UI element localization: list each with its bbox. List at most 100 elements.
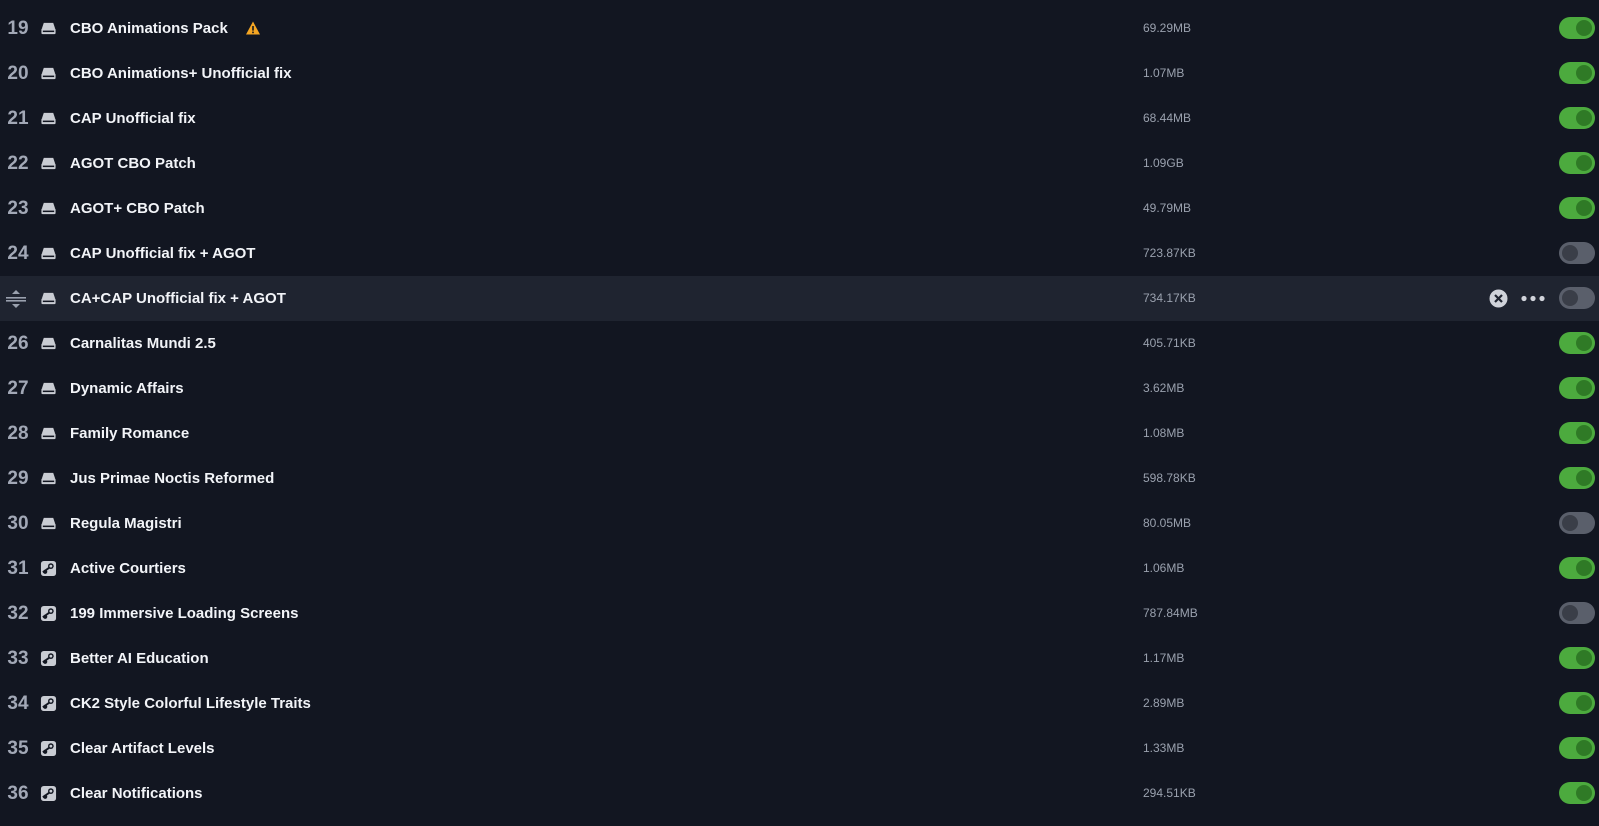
enable-toggle[interactable] xyxy=(1559,107,1595,129)
enable-toggle[interactable] xyxy=(1559,377,1595,399)
mod-size: 723.87KB xyxy=(1143,246,1196,260)
mod-size: 1.17MB xyxy=(1143,651,1185,665)
mod-size: 787.84MB xyxy=(1143,606,1198,620)
local-drive-icon xyxy=(40,110,57,127)
mod-row[interactable]: 19 CBO Animations Pack 69.29MB xyxy=(0,6,1599,51)
steam-icon xyxy=(40,605,57,622)
remove-mod-icon[interactable] xyxy=(1489,289,1508,308)
mod-name: Better AI Education xyxy=(70,650,209,667)
mod-name: CAP Unofficial fix + AGOT xyxy=(70,245,256,262)
mod-row[interactable]: 33 Better AI Education 1.17MB xyxy=(0,636,1599,681)
enable-toggle[interactable] xyxy=(1559,782,1595,804)
toggle-knob xyxy=(1576,695,1592,711)
mod-row[interactable]: 34 CK2 Style Colorful Lifestyle Traits 2.8… xyxy=(0,681,1599,726)
mod-row[interactable]: 26 Carnalitas Mundi 2.5 405.71KB xyxy=(0,321,1599,366)
mod-list: 19 CBO Animations Pack 69.29MB 20 CBO Animat… xyxy=(0,6,1599,816)
mod-row[interactable]: 36 Clear Notifications 294.51KB xyxy=(0,771,1599,816)
enable-toggle[interactable] xyxy=(1559,422,1595,444)
steam-icon xyxy=(40,785,57,802)
toggle-knob xyxy=(1576,560,1592,576)
enable-toggle[interactable] xyxy=(1559,242,1595,264)
toggle-knob xyxy=(1576,200,1592,216)
mod-name: Active Courtiers xyxy=(70,560,186,577)
local-drive-icon xyxy=(40,335,57,352)
load-order-index: 24 xyxy=(7,243,29,264)
load-order-index: 31 xyxy=(7,558,29,579)
mod-name: Carnalitas Mundi 2.5 xyxy=(70,335,216,352)
toggle-knob xyxy=(1562,515,1578,531)
toggle-knob xyxy=(1576,65,1592,81)
mod-name: CBO Animations+ Unofficial fix xyxy=(70,65,292,82)
mod-row[interactable]: 29 Jus Primae Noctis Reformed 598.78KB xyxy=(0,456,1599,501)
local-drive-icon xyxy=(40,20,57,37)
enable-toggle[interactable] xyxy=(1559,692,1595,714)
mod-row[interactable]: CA+CAP Unofficial fix + AGOT 734.17KB xyxy=(0,276,1599,321)
mod-row[interactable]: 27 Dynamic Affairs 3.62MB xyxy=(0,366,1599,411)
enable-toggle[interactable] xyxy=(1559,737,1595,759)
enable-toggle[interactable] xyxy=(1559,332,1595,354)
mod-name: AGOT CBO Patch xyxy=(70,155,196,172)
local-drive-icon xyxy=(40,290,57,307)
local-drive-icon xyxy=(40,245,57,262)
mod-name: CA+CAP Unofficial fix + AGOT xyxy=(70,290,286,307)
local-drive-icon xyxy=(40,425,57,442)
enable-toggle[interactable] xyxy=(1559,647,1595,669)
local-drive-icon xyxy=(40,470,57,487)
steam-icon xyxy=(40,560,57,577)
mod-name: CBO Animations Pack xyxy=(70,20,228,37)
mod-size: 405.71KB xyxy=(1143,336,1196,350)
enable-toggle[interactable] xyxy=(1559,152,1595,174)
mod-size: 1.06MB xyxy=(1143,561,1185,575)
toggle-knob xyxy=(1576,650,1592,666)
mod-name: Clear Notifications xyxy=(70,785,203,802)
load-order-index: 36 xyxy=(7,783,29,804)
load-order-index: 26 xyxy=(7,333,29,354)
enable-toggle[interactable] xyxy=(1559,557,1595,579)
enable-toggle[interactable] xyxy=(1559,602,1595,624)
mod-row[interactable]: 35 Clear Artifact Levels 1.33MB xyxy=(0,726,1599,771)
steam-icon xyxy=(40,695,57,712)
mod-row[interactable]: 21 CAP Unofficial fix 68.44MB xyxy=(0,96,1599,141)
local-drive-icon xyxy=(40,65,57,82)
load-order-index: 28 xyxy=(7,423,29,444)
load-order-index: 19 xyxy=(7,18,29,39)
mod-row[interactable]: 28 Family Romance 1.08MB xyxy=(0,411,1599,456)
mod-name: CK2 Style Colorful Lifestyle Traits xyxy=(70,695,311,712)
mod-row[interactable]: 23 AGOT+ CBO Patch 49.79MB xyxy=(0,186,1599,231)
more-options-icon[interactable] xyxy=(1520,289,1546,308)
enable-toggle[interactable] xyxy=(1559,287,1595,309)
local-drive-icon xyxy=(40,200,57,217)
toggle-knob xyxy=(1576,20,1592,36)
toggle-knob xyxy=(1576,740,1592,756)
mod-size: 734.17KB xyxy=(1143,291,1196,305)
load-order-index: 34 xyxy=(7,693,29,714)
mod-name: 199 Immersive Loading Screens xyxy=(70,605,299,622)
steam-icon xyxy=(40,740,57,757)
mod-size: 68.44MB xyxy=(1143,111,1192,125)
mod-row[interactable]: 32 199 Immersive Loading Screens 787.84MB xyxy=(0,591,1599,636)
mod-size: 80.05MB xyxy=(1143,516,1192,530)
enable-toggle[interactable] xyxy=(1559,197,1595,219)
mod-row[interactable]: 31 Active Courtiers 1.06MB xyxy=(0,546,1599,591)
mod-size: 3.62MB xyxy=(1143,381,1185,395)
enable-toggle[interactable] xyxy=(1559,62,1595,84)
mod-row[interactable]: 24 CAP Unofficial fix + AGOT 723.87KB xyxy=(0,231,1599,276)
mod-row[interactable]: 30 Regula Magistri 80.05MB xyxy=(0,501,1599,546)
mod-name: Family Romance xyxy=(70,425,190,442)
mod-name: AGOT+ CBO Patch xyxy=(70,200,205,217)
enable-toggle[interactable] xyxy=(1559,512,1595,534)
mod-row[interactable]: 20 CBO Animations+ Unofficial fix 1.07MB xyxy=(0,51,1599,96)
mod-name: Dynamic Affairs xyxy=(70,380,184,397)
mod-name: CAP Unofficial fix xyxy=(70,110,196,127)
enable-toggle[interactable] xyxy=(1559,17,1595,39)
warning-icon[interactable] xyxy=(245,20,261,36)
load-order-index: 33 xyxy=(7,648,29,669)
load-order-index: 20 xyxy=(7,63,29,84)
mod-size: 1.07MB xyxy=(1143,66,1185,80)
drag-handle-icon[interactable] xyxy=(5,289,27,309)
mod-size: 598.78KB xyxy=(1143,471,1196,485)
mod-size: 2.89MB xyxy=(1143,696,1185,710)
enable-toggle[interactable] xyxy=(1559,467,1595,489)
mod-row[interactable]: 22 AGOT CBO Patch 1.09GB xyxy=(0,141,1599,186)
load-order-index: 22 xyxy=(7,153,29,174)
